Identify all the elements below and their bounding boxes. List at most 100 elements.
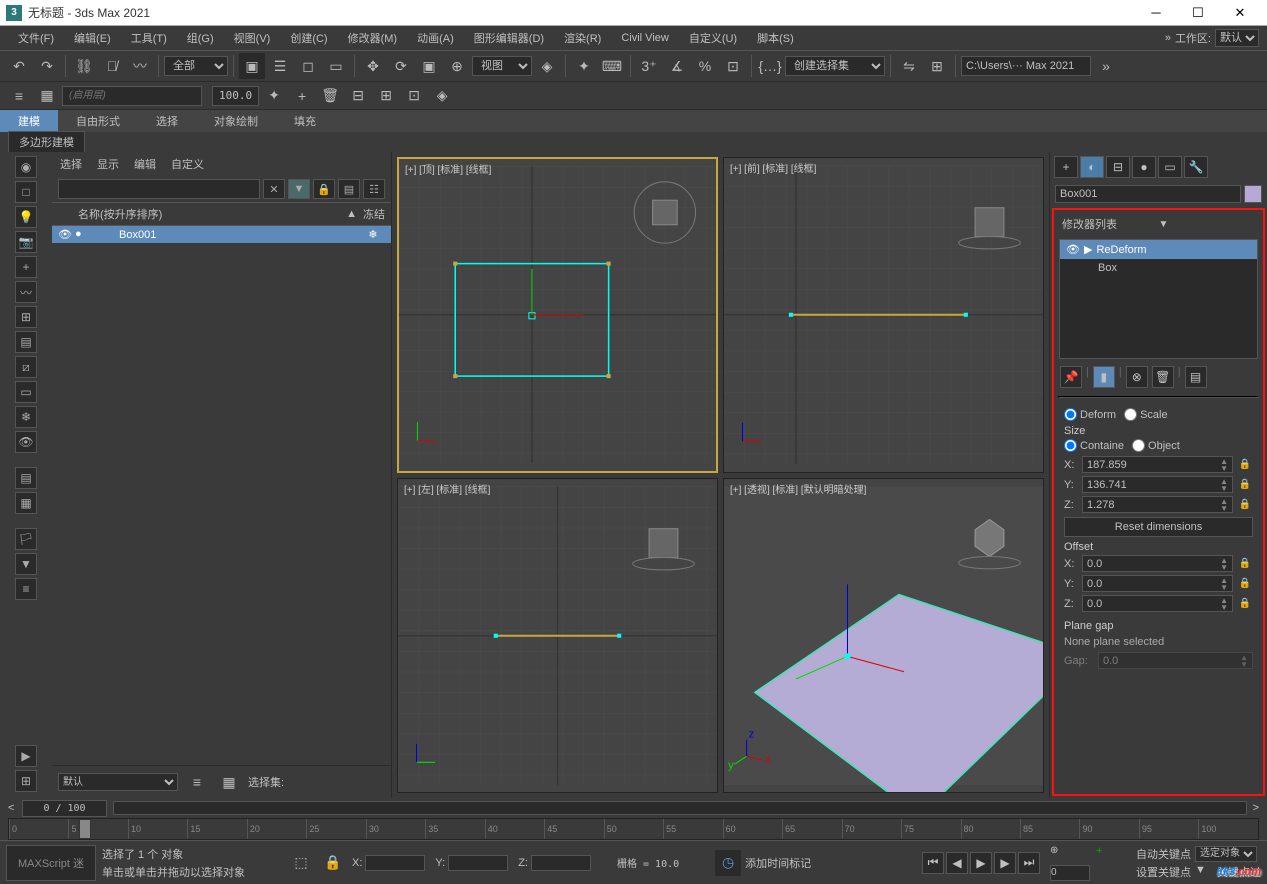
viewport-left[interactable]: [+] [左] [标准] [线框]	[397, 478, 718, 794]
prev-frame-icon[interactable]: <	[8, 802, 14, 814]
disp-container-icon[interactable]: ▭	[15, 381, 37, 403]
align-button[interactable]: ⊞	[924, 53, 950, 79]
layer-btn-c[interactable]: ⊡	[401, 83, 427, 109]
lock-oz-icon[interactable]: 🔒	[1237, 598, 1253, 609]
disp-collapse-icon[interactable]: ≡	[15, 578, 37, 600]
close-button[interactable]: ✕	[1219, 0, 1261, 26]
disp-grid-icon[interactable]: ▦	[15, 492, 37, 514]
expand-icon[interactable]: ▶	[1084, 243, 1092, 256]
disp-groups-icon[interactable]: ⊞	[15, 306, 37, 328]
contain-radio[interactable]: Containe	[1064, 439, 1124, 452]
bind-button[interactable]: 〰	[127, 53, 153, 79]
lock-icon[interactable]: 🔒	[320, 850, 346, 876]
hierarchy-tab[interactable]: ⊟	[1106, 156, 1130, 178]
deform-radio[interactable]: Deform	[1064, 408, 1116, 421]
disp-camera-icon[interactable]: 📷	[15, 231, 37, 253]
size-x-spinner[interactable]: 187.859▲▼	[1082, 456, 1233, 473]
configure-sets-button[interactable]: ▤	[1185, 366, 1207, 388]
modify-tab[interactable]: ◐	[1080, 156, 1104, 178]
keyboard-shortcut-button[interactable]: ⌨	[599, 53, 625, 79]
offset-y-spinner[interactable]: 0.0▲▼	[1082, 575, 1233, 592]
viewport-left-label[interactable]: [+] [左] [标准] [线框]	[404, 481, 490, 496]
menu-civil-view[interactable]: Civil View	[611, 29, 678, 47]
disp-filter-icon[interactable]: ▼	[15, 553, 37, 575]
filter-icon[interactable]: ▼	[288, 179, 310, 199]
menu-modifiers[interactable]: 修改器(M)	[338, 27, 408, 49]
layers-icon[interactable]: ≡	[6, 83, 32, 109]
layer-props-button[interactable]: ▦	[34, 83, 60, 109]
pin-stack-button[interactable]: 📌	[1060, 366, 1082, 388]
disp-helpers-icon[interactable]: +	[15, 256, 37, 278]
mode-selection[interactable]: 选择	[138, 110, 196, 132]
lock-z-icon[interactable]: 🔒	[1237, 499, 1253, 510]
menu-tools[interactable]: 工具(T)	[121, 27, 177, 49]
visibility-icon[interactable]: 👁	[1066, 243, 1080, 256]
key-target-combo[interactable]: 选定对象	[1195, 846, 1257, 862]
goto-end-button[interactable]: ⏭	[1018, 852, 1040, 874]
frame-counter[interactable]: 0 / 100	[22, 800, 106, 817]
disp-flag-icon[interactable]: 🏳	[15, 528, 37, 550]
disp-light-icon[interactable]: 💡	[15, 206, 37, 228]
menu-animation[interactable]: 动画(A)	[407, 27, 464, 49]
menu-script[interactable]: 脚本(S)	[747, 27, 804, 49]
scene-layout-combo[interactable]: 默认	[58, 773, 178, 791]
viewport-perspective[interactable]: [+] [透视] [标准] [默认明暗处理] xyz	[723, 478, 1044, 794]
spinner-snap-button[interactable]: ⊡	[720, 53, 746, 79]
add-to-layer-button[interactable]: +	[289, 83, 315, 109]
coord-system-combo[interactable]: 视图	[472, 56, 532, 76]
angle-snap-button[interactable]: ∡	[664, 53, 690, 79]
prev-frame-button[interactable]: ◀	[946, 852, 968, 874]
make-unique-button[interactable]: ⊗	[1126, 366, 1148, 388]
object-name-input[interactable]	[1055, 185, 1241, 203]
select-by-name-button[interactable]: ☰	[267, 53, 293, 79]
menu-customize[interactable]: 自定义(U)	[679, 27, 747, 49]
reset-dimensions-button[interactable]: Reset dimensions	[1064, 517, 1253, 537]
set-key-button[interactable]: +	[1096, 845, 1124, 881]
window-crossing-button[interactable]: ▭	[323, 53, 349, 79]
key-mode-button[interactable]: ⊕	[1050, 845, 1078, 863]
offset-z-spinner[interactable]: 0.0▲▼	[1082, 595, 1233, 612]
named-selection-sets-combo[interactable]: 创建选择集	[785, 56, 885, 76]
layer-btn-b[interactable]: ⊞	[373, 83, 399, 109]
more-button[interactable]: »	[1093, 53, 1119, 79]
show-end-result-button[interactable]: ▮	[1093, 366, 1115, 388]
set-key-label[interactable]: 设置关键点	[1136, 864, 1191, 880]
time-marker[interactable]	[79, 819, 91, 839]
mode-fill[interactable]: 填充	[276, 110, 334, 132]
use-pivot-button[interactable]: ◈	[534, 53, 560, 79]
menu-graph-editors[interactable]: 图形编辑器(D)	[464, 27, 554, 49]
object-color-swatch[interactable]	[1244, 185, 1262, 203]
disp-hidden-icon[interactable]: 👁	[15, 431, 37, 453]
tree-mode-icon[interactable]: ☷	[363, 179, 385, 199]
motion-tab[interactable]: ●	[1132, 156, 1156, 178]
move-button[interactable]: ✥	[360, 53, 386, 79]
lock-ox-icon[interactable]: 🔒	[1237, 558, 1253, 569]
menu-edit[interactable]: 编辑(E)	[64, 27, 121, 49]
disp-spacewarp-icon[interactable]: 〰	[15, 281, 37, 303]
maxscript-listener[interactable]: MAXScript 迷	[6, 845, 96, 881]
edit-named-sets-button[interactable]: {…}	[757, 53, 783, 79]
viewport-persp-label[interactable]: [+] [透视] [标准] [默认明暗处理]	[730, 481, 866, 496]
snap-toggle-button[interactable]: 3⁺	[636, 53, 662, 79]
play-button[interactable]: ▶	[970, 852, 992, 874]
display-tab[interactable]: ▭	[1158, 156, 1182, 178]
coord-y-input[interactable]	[448, 855, 508, 871]
create-tab[interactable]: +	[1054, 156, 1078, 178]
scene-item-box001[interactable]: 👁● Box001 ❄	[52, 226, 391, 243]
add-time-tag-label[interactable]: 添加时间标记	[745, 855, 811, 871]
auto-key-label[interactable]: 自动关键点	[1136, 846, 1191, 862]
time-slider[interactable]	[113, 801, 1247, 815]
menu-file[interactable]: 文件(F)	[8, 27, 64, 49]
viewport-top[interactable]: [+] [顶] [标准] [线框]	[397, 157, 718, 473]
mode-modeling[interactable]: 建模	[0, 110, 58, 132]
undo-button[interactable]: ↶	[6, 53, 32, 79]
delete-layer-button[interactable]: 🗑	[317, 83, 343, 109]
viewport-top-label[interactable]: [+] [顶] [标准] [线框]	[405, 161, 491, 176]
modifier-list-dropdown[interactable]: 修改器列表▼	[1056, 212, 1261, 236]
next-frame-button[interactable]: ▶	[994, 852, 1016, 874]
scene-tab-display[interactable]: 显示	[97, 156, 119, 172]
minimize-button[interactable]: ─	[1135, 0, 1177, 26]
scene-tab-select[interactable]: 选择	[60, 156, 82, 172]
lock-selection-icon[interactable]: ⬚	[288, 850, 314, 876]
key-filters-icon[interactable]: ▼	[1195, 864, 1213, 880]
